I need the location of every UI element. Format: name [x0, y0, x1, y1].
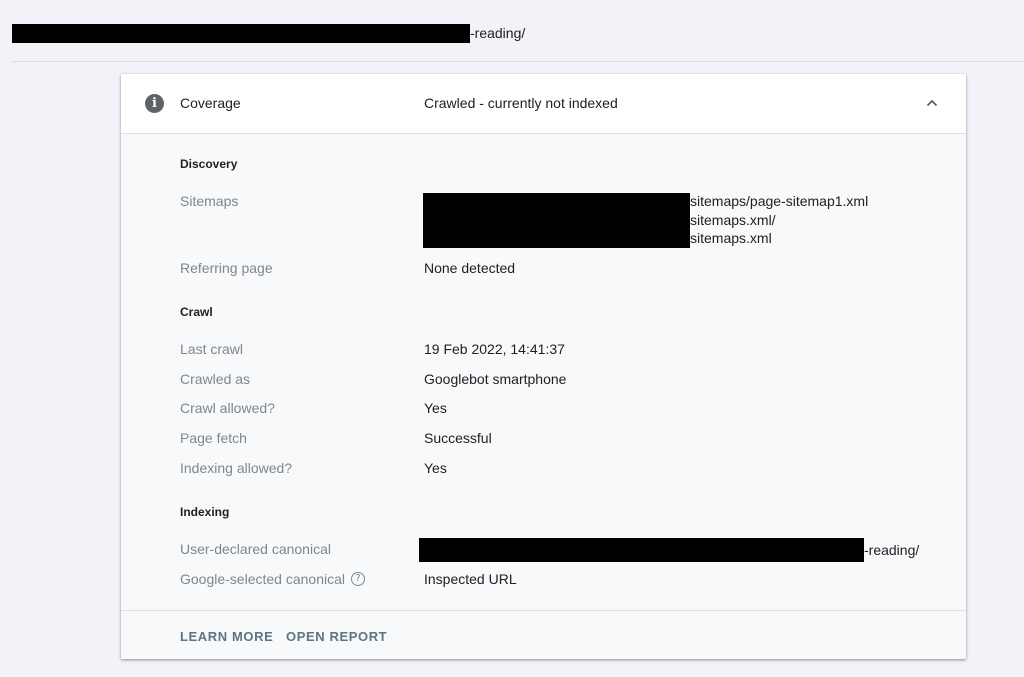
- user-canonical-value: -reading/: [419, 538, 919, 562]
- coverage-header[interactable]: i Coverage Crawled - currently not index…: [121, 74, 966, 134]
- crawl-allowed-value: Yes: [424, 400, 447, 416]
- last-crawl-value: 19 Feb 2022, 14:41:37: [424, 341, 565, 357]
- info-icon: i: [145, 94, 164, 113]
- crawled-as-value: Googlebot smartphone: [424, 371, 567, 387]
- crawl-allowed-label: Crawl allowed?: [180, 400, 275, 416]
- sitemaps-value: sitemaps/page-sitemap1.xml sitemaps.xml/…: [423, 193, 868, 248]
- referring-page-label: Referring page: [180, 260, 273, 276]
- sitemap-entry[interactable]: sitemaps.xml/: [690, 211, 868, 230]
- open-report-button[interactable]: OPEN REPORT: [286, 629, 387, 644]
- sitemaps-label: Sitemaps: [180, 193, 239, 209]
- redacted-sitemap-domain: [423, 193, 690, 248]
- url-suffix: -reading/: [470, 25, 526, 41]
- section-discovery: Discovery: [180, 157, 238, 171]
- section-crawl: Crawl: [180, 305, 213, 319]
- redacted-url: [12, 23, 470, 43]
- google-canonical-label: Google-selected canonical: [180, 571, 345, 587]
- coverage-status: Crawled - currently not indexed: [424, 95, 618, 111]
- sitemap-entry[interactable]: sitemaps.xml: [690, 229, 868, 248]
- sitemap-entry[interactable]: sitemaps/page-sitemap1.xml: [690, 192, 868, 211]
- page-fetch-label: Page fetch: [180, 430, 247, 446]
- header-divider: [12, 61, 1024, 62]
- indexing-allowed-label: Indexing allowed?: [180, 460, 293, 476]
- crawled-as-label: Crawled as: [180, 371, 251, 387]
- learn-more-button[interactable]: LEARN MORE: [180, 629, 273, 644]
- referring-page-value: None detected: [424, 260, 516, 276]
- redacted-canonical-url: [419, 538, 864, 562]
- google-canonical-row: Google-selected canonical ?: [180, 571, 365, 587]
- google-canonical-value: Inspected URL: [424, 571, 517, 587]
- section-indexing: Indexing: [180, 505, 230, 519]
- card-footer: LEARN MORE OPEN REPORT: [121, 610, 966, 659]
- last-crawl-label: Last crawl: [180, 341, 244, 357]
- help-circle-icon[interactable]: ?: [351, 572, 365, 586]
- canonical-suffix: -reading/: [864, 542, 920, 558]
- user-canonical-label: User-declared canonical: [180, 541, 331, 557]
- coverage-label: Coverage: [180, 95, 241, 111]
- page-fetch-value: Successful: [424, 430, 492, 446]
- coverage-card: i Coverage Crawled - currently not index…: [121, 74, 966, 659]
- inspected-url: -reading/: [12, 22, 525, 44]
- indexing-allowed-value: Yes: [424, 460, 447, 476]
- chevron-up-icon[interactable]: [926, 97, 938, 109]
